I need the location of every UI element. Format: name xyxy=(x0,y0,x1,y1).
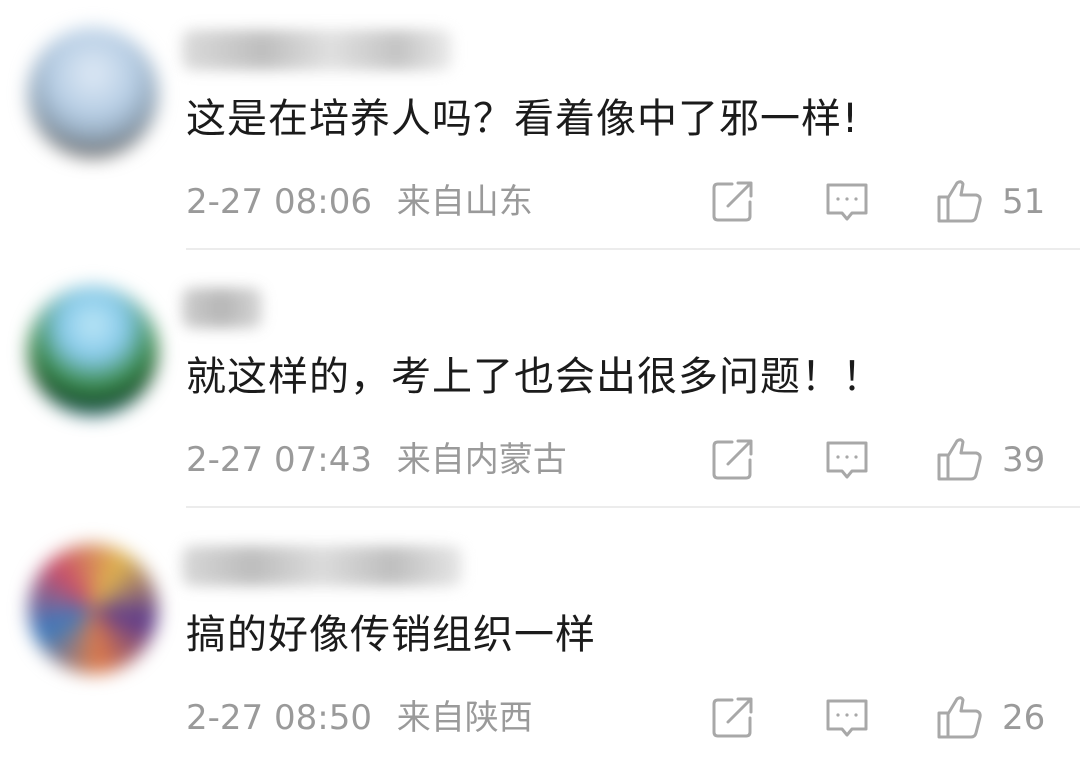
avatar[interactable] xyxy=(28,28,158,158)
thumbs-up-icon xyxy=(937,696,982,739)
share-button[interactable] xyxy=(708,176,758,226)
reply-icon xyxy=(826,183,868,221)
reply-icon xyxy=(826,441,868,479)
like-button[interactable] xyxy=(934,176,984,226)
avatar[interactable] xyxy=(28,286,158,416)
comment-meta: 2-27 08:06 来自山东 xyxy=(186,182,533,222)
divider xyxy=(186,248,1080,250)
thumbs-up-icon xyxy=(937,180,982,223)
comment-time: 2-27 08:50 xyxy=(186,698,372,738)
share-button[interactable] xyxy=(708,692,758,742)
share-icon xyxy=(712,181,753,222)
share-button[interactable] xyxy=(708,434,758,484)
like-count: 39 xyxy=(1002,440,1046,480)
divider xyxy=(186,506,1080,508)
comment-location: 来自内蒙古 xyxy=(396,440,567,480)
share-icon xyxy=(712,697,753,738)
comment-time: 2-27 08:06 xyxy=(186,182,372,222)
comment-text: 这是在培养人吗？看着像中了邪一样! xyxy=(186,96,860,142)
comment-text: 搞的好像传销组织一样 xyxy=(186,612,596,658)
share-icon xyxy=(712,439,753,480)
comment-item: 搞的好像传销组织一样 2-27 08:50 来自陕西 26 xyxy=(0,516,1080,774)
comment-meta: 2-27 07:43 来自内蒙古 xyxy=(186,440,567,480)
username-blurred[interactable] xyxy=(182,546,462,586)
comment-item: 就这样的，考上了也会出很多问题！！ 2-27 07:43 来自内蒙古 39 xyxy=(0,258,1080,516)
comment-location: 来自山东 xyxy=(396,182,533,222)
avatar[interactable] xyxy=(28,544,158,674)
comment-item: 这是在培养人吗？看着像中了邪一样! 2-27 08:06 来自山东 51 xyxy=(0,0,1080,258)
reply-button[interactable] xyxy=(822,434,872,484)
thumbs-up-icon xyxy=(937,438,982,481)
like-count: 51 xyxy=(1002,182,1046,222)
comment-meta: 2-27 08:50 来自陕西 xyxy=(186,698,533,738)
reply-button[interactable] xyxy=(822,176,872,226)
comment-time: 2-27 07:43 xyxy=(186,440,372,480)
like-count: 26 xyxy=(1002,698,1046,738)
comment-text: 就这样的，考上了也会出很多问题！！ xyxy=(186,354,883,400)
like-button[interactable] xyxy=(934,434,984,484)
reply-button[interactable] xyxy=(822,692,872,742)
reply-icon xyxy=(826,699,868,737)
comment-location: 来自陕西 xyxy=(396,698,533,738)
like-button[interactable] xyxy=(934,692,984,742)
username-blurred[interactable] xyxy=(182,30,452,70)
username-blurred[interactable] xyxy=(182,288,262,328)
